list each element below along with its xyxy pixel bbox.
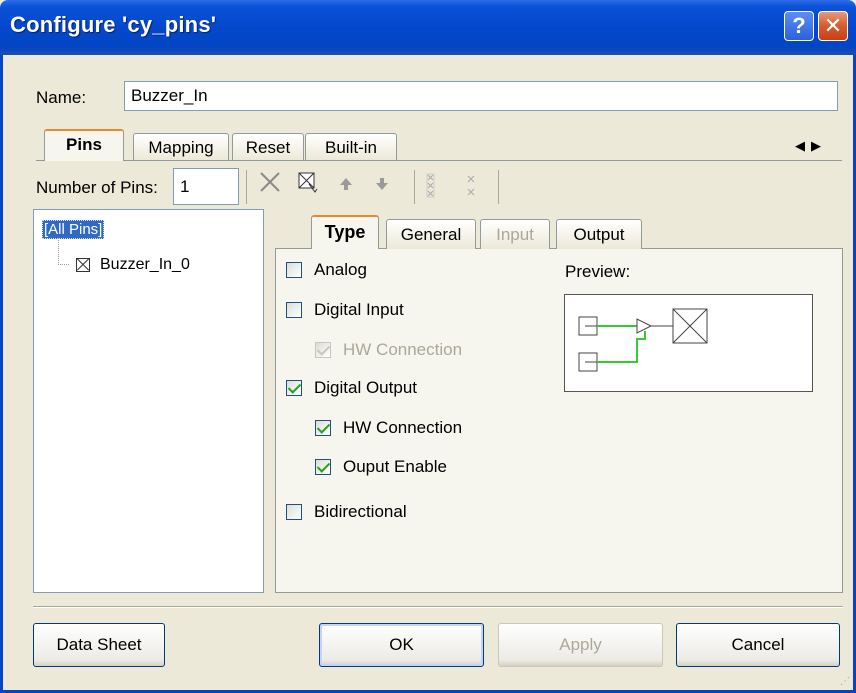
split-icon[interactable] xyxy=(426,173,440,204)
window-title: Configure 'cy_pins' xyxy=(10,12,217,37)
tab-scroll-arrows[interactable]: ◀▶ xyxy=(795,138,827,154)
toolbar-separator xyxy=(498,170,499,204)
bidirectional-option[interactable]: Bidirectional xyxy=(286,502,407,522)
tab-type[interactable]: Type xyxy=(311,215,379,249)
tree-connector xyxy=(58,238,69,265)
output-hw-connection-label: HW Connection xyxy=(343,418,463,437)
pin-tree[interactable]: [All Pins] Buzzer_In_0 xyxy=(33,209,264,593)
move-up-icon[interactable] xyxy=(338,176,354,197)
tree-item-all-pins[interactable]: [All Pins] xyxy=(42,220,105,239)
resize-grip-icon[interactable]: ⋰ xyxy=(840,676,850,687)
pin-icon xyxy=(76,257,90,272)
cancel-button[interactable]: Cancel xyxy=(676,623,840,667)
pin-preview-schematic xyxy=(578,308,708,372)
bidirectional-checkbox[interactable] xyxy=(286,504,302,520)
digital-output-label: Digital Output xyxy=(314,378,417,397)
tab-pins[interactable]: Pins xyxy=(44,129,124,161)
toolbar-separator xyxy=(246,170,247,204)
digital-output-option[interactable]: Digital Output xyxy=(286,378,417,398)
digital-input-checkbox[interactable] xyxy=(286,302,302,318)
analog-checkbox[interactable] xyxy=(286,262,302,278)
data-sheet-button[interactable]: Data Sheet xyxy=(33,623,165,667)
tab-input: Input xyxy=(480,219,550,249)
analog-label: Analog xyxy=(314,260,367,279)
digital-input-option[interactable]: Digital Input xyxy=(286,300,404,320)
scroll-left-icon[interactable]: ◀ xyxy=(795,138,811,153)
bidirectional-label: Bidirectional xyxy=(314,502,407,521)
tab-mapping[interactable]: Mapping xyxy=(133,133,229,160)
tab-general[interactable]: General xyxy=(386,219,476,249)
apply-button: Apply xyxy=(498,623,663,667)
number-of-pins-input[interactable]: 1 xyxy=(173,168,239,205)
title-bar: Configure 'cy_pins' ? ✕ xyxy=(0,0,856,55)
delete-icon[interactable] xyxy=(258,170,282,199)
name-input[interactable]: Buzzer_In xyxy=(124,81,838,111)
ok-button[interactable]: OK xyxy=(319,623,484,667)
preview-diagram xyxy=(564,294,813,392)
scroll-right-icon[interactable]: ▶ xyxy=(811,138,827,153)
name-label: Name: xyxy=(36,88,87,107)
output-hw-connection-checkbox[interactable] xyxy=(315,420,331,436)
output-hw-connection-option[interactable]: HW Connection xyxy=(315,418,462,438)
toolbar-separator xyxy=(414,170,415,204)
number-of-pins-label: Number of Pins: xyxy=(36,178,158,197)
input-hw-connection-label: HW Connection xyxy=(343,340,463,359)
tab-built-in[interactable]: Built-in xyxy=(305,133,397,160)
input-hw-connection-checkbox xyxy=(315,342,331,358)
help-button[interactable]: ? xyxy=(784,11,814,41)
output-enable-option[interactable]: Ouput Enable xyxy=(315,457,447,477)
analog-option[interactable]: Analog xyxy=(286,260,367,280)
move-down-icon[interactable] xyxy=(374,176,390,197)
input-hw-connection-option: HW Connection xyxy=(315,340,462,360)
preview-label: Preview: xyxy=(565,262,631,281)
tree-item-label: Buzzer_In_0 xyxy=(100,256,190,273)
merge-icon[interactable] xyxy=(466,173,480,204)
close-button[interactable]: ✕ xyxy=(818,11,848,41)
add-pin-icon[interactable] xyxy=(296,170,320,201)
output-enable-label: Ouput Enable xyxy=(343,457,447,476)
digital-output-checkbox[interactable] xyxy=(286,380,302,396)
tab-strip-line xyxy=(36,160,842,161)
digital-input-label: Digital Input xyxy=(314,300,404,319)
tab-output[interactable]: Output xyxy=(556,219,642,249)
tab-reset[interactable]: Reset xyxy=(232,133,304,160)
output-enable-checkbox[interactable] xyxy=(315,459,331,475)
button-separator xyxy=(33,606,843,607)
tree-item-pin[interactable]: Buzzer_In_0 xyxy=(76,256,190,274)
